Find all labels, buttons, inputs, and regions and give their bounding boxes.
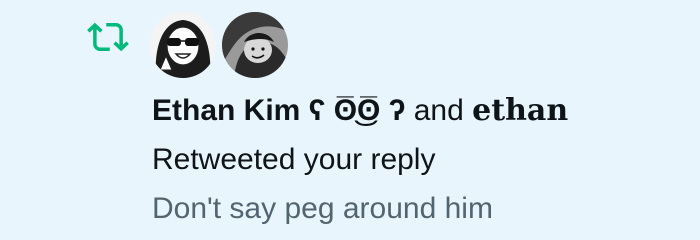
reply-snippet[interactable]: Don't say peg around him [152, 191, 493, 227]
retweet-notification[interactable]: Ethan Kim ʕ ʘ̅͜ʘ̅ ʔ and 𝐞𝐭𝐡𝐚𝐧 Retweeted … [0, 0, 700, 240]
user-name-link[interactable]: 𝐞𝐭𝐡𝐚𝐧 [472, 93, 568, 128]
avatar[interactable] [222, 12, 288, 78]
retweet-icon [84, 16, 132, 58]
user-name-link[interactable]: Ethan Kim ʕ ʘ̅͜ʘ̅ ʔ [152, 94, 405, 127]
avatar[interactable] [150, 12, 216, 78]
notification-action-text: Retweeted your reply [152, 143, 436, 176]
notification-users: Ethan Kim ʕ ʘ̅͜ʘ̅ ʔ and 𝐞𝐭𝐡𝐚𝐧 [152, 93, 568, 129]
connector-text: and [405, 94, 473, 127]
